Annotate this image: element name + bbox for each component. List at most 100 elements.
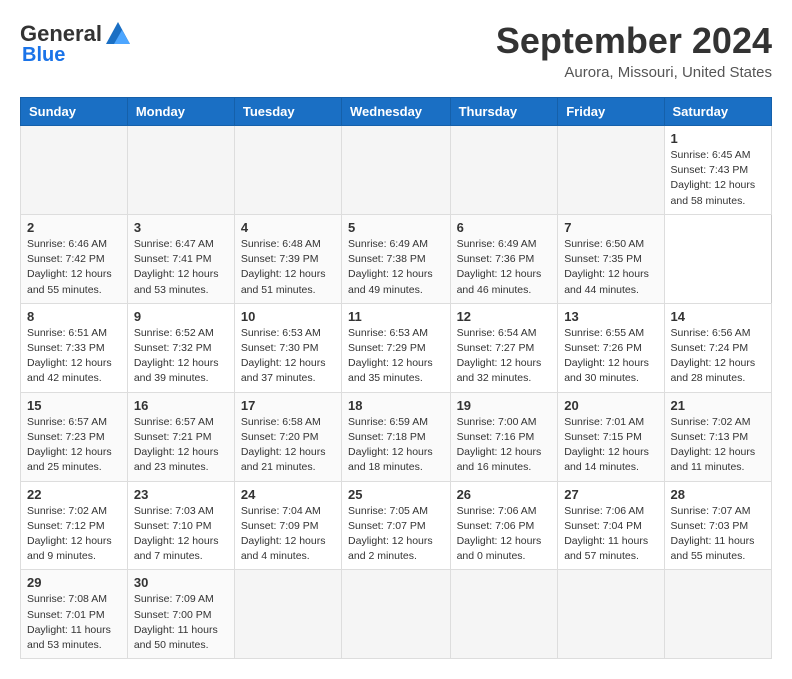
cell-content: Sunrise: 6:50 AMSunset: 7:35 PMDaylight:… [564, 237, 657, 298]
logo-blue: Blue [22, 44, 65, 67]
sunset: Sunset: 7:01 PM [27, 609, 105, 621]
cell-content: Sunrise: 6:58 AMSunset: 7:20 PMDaylight:… [241, 415, 335, 476]
day-number: 17 [241, 398, 335, 413]
table-row [558, 570, 664, 659]
sunrise: Sunrise: 6:58 AM [241, 416, 321, 428]
day-number: 24 [241, 487, 335, 502]
table-row: 7Sunrise: 6:50 AMSunset: 7:35 PMDaylight… [558, 214, 664, 303]
daylight: Daylight: 11 hours and 55 minutes. [671, 535, 755, 562]
daylight: Daylight: 12 hours and 55 minutes. [27, 268, 112, 295]
sunset: Sunset: 7:00 PM [134, 609, 212, 621]
daylight: Daylight: 12 hours and 53 minutes. [134, 268, 219, 295]
daylight: Daylight: 12 hours and 49 minutes. [348, 268, 433, 295]
daylight: Daylight: 12 hours and 18 minutes. [348, 446, 433, 473]
sunset: Sunset: 7:41 PM [134, 253, 212, 265]
sunrise: Sunrise: 6:54 AM [457, 327, 537, 339]
day-number: 10 [241, 309, 335, 324]
day-number: 18 [348, 398, 444, 413]
sunset: Sunset: 7:33 PM [27, 342, 105, 354]
table-row [450, 570, 558, 659]
sunset: Sunset: 7:15 PM [564, 431, 642, 443]
day-number: 9 [134, 309, 228, 324]
sunset: Sunset: 7:30 PM [241, 342, 319, 354]
calendar-row: 22Sunrise: 7:02 AMSunset: 7:12 PMDayligh… [21, 481, 772, 570]
cell-content: Sunrise: 6:51 AMSunset: 7:33 PMDaylight:… [27, 326, 121, 387]
cell-content: Sunrise: 6:59 AMSunset: 7:18 PMDaylight:… [348, 415, 444, 476]
sunset: Sunset: 7:03 PM [671, 520, 749, 532]
sunrise: Sunrise: 7:09 AM [134, 593, 214, 605]
sunrise: Sunrise: 7:02 AM [671, 416, 751, 428]
table-row: 14Sunrise: 6:56 AMSunset: 7:24 PMDayligh… [664, 303, 771, 392]
day-number: 28 [671, 487, 765, 502]
calendar-row: 8Sunrise: 6:51 AMSunset: 7:33 PMDaylight… [21, 303, 772, 392]
day-number: 2 [27, 220, 121, 235]
sunset: Sunset: 7:24 PM [671, 342, 749, 354]
daylight: Daylight: 12 hours and 44 minutes. [564, 268, 649, 295]
sunset: Sunset: 7:07 PM [348, 520, 426, 532]
cell-content: Sunrise: 7:01 AMSunset: 7:15 PMDaylight:… [564, 415, 657, 476]
daylight: Daylight: 12 hours and 37 minutes. [241, 357, 326, 384]
table-row: 1Sunrise: 6:45 AMSunset: 7:43 PMDaylight… [664, 126, 771, 215]
title-section: September 2024 Aurora, Missouri, United … [496, 20, 772, 81]
day-number: 14 [671, 309, 765, 324]
calendar-row: 29Sunrise: 7:08 AMSunset: 7:01 PMDayligh… [21, 570, 772, 659]
table-row: 6Sunrise: 6:49 AMSunset: 7:36 PMDaylight… [450, 214, 558, 303]
sunrise: Sunrise: 7:05 AM [348, 505, 428, 517]
cell-content: Sunrise: 6:54 AMSunset: 7:27 PMDaylight:… [457, 326, 552, 387]
table-row: 21Sunrise: 7:02 AMSunset: 7:13 PMDayligh… [664, 392, 771, 481]
sunrise: Sunrise: 6:59 AM [348, 416, 428, 428]
sunset: Sunset: 7:13 PM [671, 431, 749, 443]
daylight: Daylight: 11 hours and 53 minutes. [27, 624, 111, 651]
sunrise: Sunrise: 6:52 AM [134, 327, 214, 339]
cell-content: Sunrise: 6:53 AMSunset: 7:30 PMDaylight:… [241, 326, 335, 387]
cell-content: Sunrise: 7:07 AM Sunset: 7:03 PM Daylight:… [671, 504, 765, 565]
table-row [558, 126, 664, 215]
col-tuesday: Tuesday [234, 98, 341, 126]
table-row: 17 Sunrise: 6:58 AMSunset: 7:20 PMDayligh… [234, 392, 341, 481]
table-row: 3Sunrise: 6:47 AMSunset: 7:41 PMDaylight… [127, 214, 234, 303]
sunrise: Sunrise: 6:57 AM [27, 416, 107, 428]
sunset: Sunset: 7:10 PM [134, 520, 212, 532]
day-number: 29 [27, 575, 121, 590]
sunrise: Sunrise: 7:01 AM [564, 416, 644, 428]
sunrise: Sunrise: 7:02 AM [27, 505, 107, 517]
cell-content: Sunrise: 6:46 AMSunset: 7:42 PMDaylight:… [27, 237, 121, 298]
col-saturday: Saturday [664, 98, 771, 126]
sunset: Sunset: 7:26 PM [564, 342, 642, 354]
sunrise: Sunrise: 6:56 AM [671, 327, 751, 339]
sunrise: Sunrise: 7:04 AM [241, 505, 321, 517]
table-row: 4Sunrise: 6:48 AMSunset: 7:39 PMDaylight… [234, 214, 341, 303]
col-monday: Monday [127, 98, 234, 126]
month-title: September 2024 [496, 20, 772, 62]
cell-content: Sunrise: 7:09 AMSunset: 7:00 PMDaylight:… [134, 592, 228, 653]
cell-content: Sunrise: 7:00 AMSunset: 7:16 PMDaylight:… [457, 415, 552, 476]
cell-content: Sunrise: 7:06 AMSunset: 7:04 PMDaylight:… [564, 504, 657, 565]
sunrise: Sunrise: 6:48 AM [241, 238, 321, 250]
table-row: 19Sunrise: 7:00 AMSunset: 7:16 PMDayligh… [450, 392, 558, 481]
table-row: 26Sunrise: 7:06 AMSunset: 7:06 PMDayligh… [450, 481, 558, 570]
daylight: Daylight: 12 hours and 32 minutes. [457, 357, 542, 384]
sunset: Sunset: 7:16 PM [457, 431, 535, 443]
table-row: 15Sunrise: 6:57 AMSunset: 7:23 PMDayligh… [21, 392, 128, 481]
col-sunday: Sunday [21, 98, 128, 126]
table-row: 16Sunrise: 6:57 AMSunset: 7:21 PMDayligh… [127, 392, 234, 481]
table-row [234, 570, 341, 659]
daylight: Daylight: 12 hours and 42 minutes. [27, 357, 112, 384]
location: Aurora, Missouri, United States [496, 64, 772, 81]
table-row: 18 Sunrise: 6:59 AMSunset: 7:18 PMDayligh… [342, 392, 451, 481]
sunrise: Sunrise: 7:06 AM [457, 505, 537, 517]
day-number: 12 [457, 309, 552, 324]
sunset: Sunset: 7:21 PM [134, 431, 212, 443]
sunrise: Sunrise: 7:07 AM [671, 505, 751, 517]
sunrise: Sunrise: 6:47 AM [134, 238, 214, 250]
cell-content: Sunrise: 7:06 AMSunset: 7:06 PMDaylight:… [457, 504, 552, 565]
cell-content: Sunrise: 6:45 AMSunset: 7:43 PMDaylight:… [671, 148, 765, 209]
sunrise: Sunrise: 7:00 AM [457, 416, 537, 428]
cell-content: Sunrise: 6:47 AM Sunset: 7:41 PM Daylight:… [134, 237, 228, 298]
sunset: Sunset: 7:42 PM [27, 253, 105, 265]
sunset: Sunset: 7:35 PM [564, 253, 642, 265]
table-row: 9Sunrise: 6:52 AMSunset: 7:32 PMDaylight… [127, 303, 234, 392]
table-row: 10 Sunrise: 6:53 AMSunset: 7:30 PMDayligh… [234, 303, 341, 392]
cell-content: Sunrise: 6:49 AMSunset: 7:36 PMDaylight:… [457, 237, 552, 298]
table-row [21, 126, 128, 215]
